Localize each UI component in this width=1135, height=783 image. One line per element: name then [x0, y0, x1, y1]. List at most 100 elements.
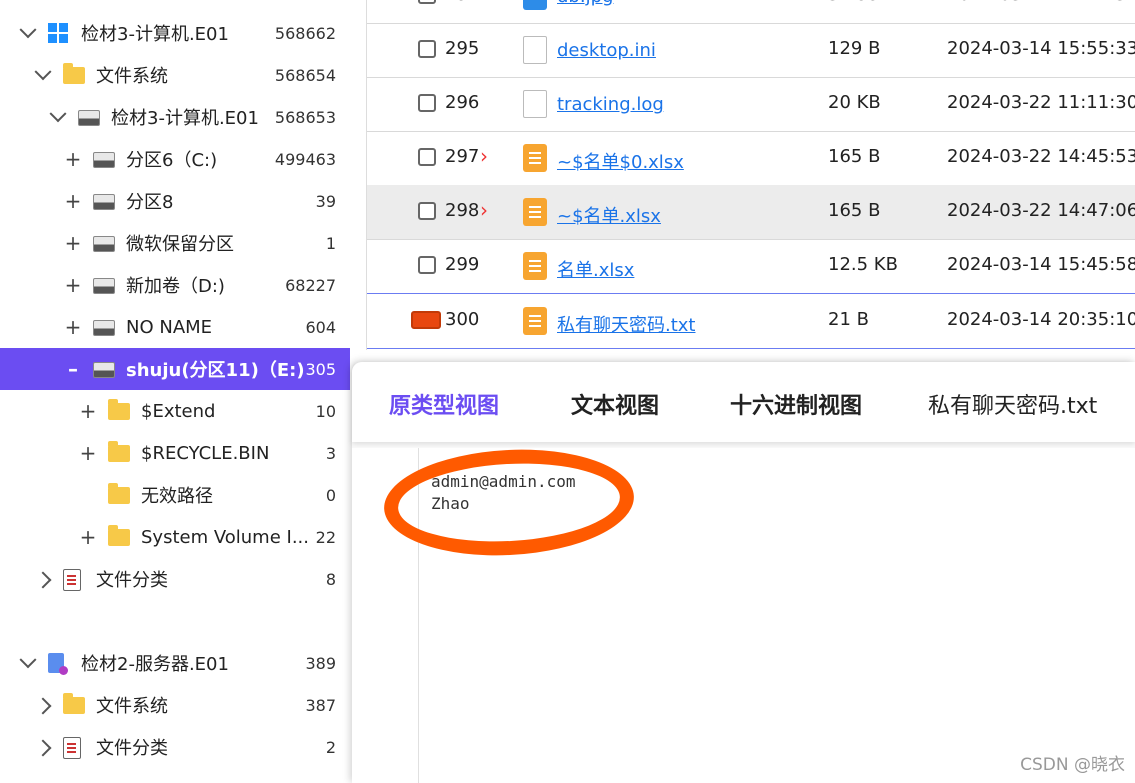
row-number: 298	[445, 200, 480, 221]
chevron-down-icon[interactable]	[48, 105, 68, 129]
table-row[interactable]: 300 私有聊天密码.txt 21 B 2024-03-14 20:35:10	[367, 293, 1135, 349]
tree-node[interactable]: 文件系统 568654	[0, 54, 350, 96]
drive-icon	[93, 149, 115, 169]
chevron-right-icon[interactable]	[33, 735, 53, 759]
file-name-link[interactable]: desktop.ini	[557, 40, 656, 61]
tree-node-count: 568653	[274, 107, 336, 127]
tree-node[interactable]: 检材3-计算机.E01 568662	[0, 12, 350, 54]
tree-node-label: 检材2-服务器.E01	[81, 654, 229, 675]
tree-node[interactable]: + NO NAME 604	[0, 306, 350, 348]
file-size: 165 B	[828, 200, 881, 221]
flag-chevron-icon: ›	[480, 198, 488, 222]
file-size: 129 B	[828, 38, 881, 59]
table-row[interactable]: 297 › ~$名单$0.xlsx 165 B 2024-03-22 14:45:53	[367, 131, 1135, 186]
file-name-link[interactable]: ~$名单.xlsx	[557, 202, 661, 228]
file-date: 2024-03-14 15:45:58	[947, 254, 1135, 275]
tree-node-label: $Extend	[141, 400, 216, 422]
tree-node-label: 检材3-计算机.E01	[111, 108, 259, 129]
blank-file-icon	[523, 90, 547, 118]
row-checkbox[interactable]	[418, 40, 436, 58]
tree-node[interactable]: 无效路径 0	[0, 474, 350, 516]
tab-native-view[interactable]: 原类型视图	[389, 388, 499, 420]
tree-node[interactable]: + $Extend 10	[0, 390, 350, 432]
tree-node[interactable]: 文件分类 8	[0, 558, 350, 600]
tree-node-count: 2	[325, 737, 336, 757]
row-checkbox[interactable]	[418, 94, 436, 112]
expand-plus-icon[interactable]: +	[63, 315, 83, 339]
drive-icon	[78, 107, 100, 127]
tree-node-count: 568662	[274, 23, 336, 43]
tree-node-count: 568654	[274, 65, 336, 85]
blank-file-icon	[523, 36, 547, 64]
tree-node-count: 22	[315, 527, 336, 547]
drive-icon	[93, 359, 115, 379]
row-checkbox[interactable]	[418, 148, 436, 166]
tree-node-label: 文件分类	[96, 738, 168, 759]
row-number: 299	[445, 254, 480, 275]
collapse-minus-icon[interactable]: –	[63, 357, 83, 381]
tree-node[interactable]: – shuju(分区11)（E:) 305	[0, 348, 350, 390]
tab-text-view[interactable]: 文本视图	[571, 388, 659, 420]
table-row[interactable]: 299 名单.xlsx 12.5 KB 2024-03-14 15:45:58	[367, 239, 1135, 294]
folder-icon	[63, 63, 85, 85]
expand-plus-icon[interactable]: +	[63, 189, 83, 213]
tree-node[interactable]: + 新加卷（D:) 68227	[0, 264, 350, 306]
table-row[interactable]: 295 desktop.ini 129 B 2024-03-14 15:55:33	[367, 23, 1135, 78]
server-icon	[48, 653, 70, 675]
tree-node-label: 分区6（C:)	[126, 150, 218, 171]
expand-plus-icon[interactable]: +	[63, 147, 83, 171]
tree-node[interactable]: + 微软保留分区 1	[0, 222, 350, 264]
chevron-down-icon[interactable]	[18, 21, 38, 45]
tree-node-label: shuju(分区11)（E:)	[126, 360, 305, 381]
preview-tab-bar: 原类型视图 文本视图 十六进制视图 私有聊天密码.txt	[352, 362, 1135, 442]
tree-node[interactable]: 文件分类 2	[0, 726, 350, 768]
table-row[interactable]: 298 › ~$名单.xlsx 165 B 2024-03-22 14:47:06	[367, 185, 1135, 240]
drive-icon	[93, 191, 115, 211]
row-checkbox[interactable]	[418, 256, 436, 274]
tree-node[interactable]: + 分区6（C:) 499463	[0, 138, 350, 180]
expand-plus-icon[interactable]: +	[78, 525, 98, 549]
chevron-down-icon[interactable]	[33, 63, 53, 87]
file-name-link[interactable]: 名单.xlsx	[557, 256, 634, 282]
spreadsheet-icon	[523, 198, 547, 226]
tree-node-count: 604	[305, 317, 336, 337]
expand-plus-icon[interactable]: +	[63, 231, 83, 255]
row-checkbox[interactable]	[418, 0, 436, 4]
image-icon	[523, 0, 547, 10]
doc-icon	[63, 737, 85, 759]
row-checkbox[interactable]	[418, 202, 436, 220]
doc-icon	[63, 569, 85, 591]
tree-node[interactable]: 文件系统 387	[0, 684, 350, 726]
tree-node[interactable]: 检材2-服务器.E01 389	[0, 642, 350, 684]
evidence-tree: 检材3-计算机.E01 568662 文件系统 568654 检材3-计算机.E01 56…	[0, 0, 350, 783]
chevron-right-icon[interactable]	[33, 567, 53, 591]
tree-node-count: 305	[305, 359, 336, 379]
watermark: CSDN @晓衣	[1020, 755, 1125, 775]
preview-panel: 原类型视图 文本视图 十六进制视图 私有聊天密码.txt admin@admin…	[352, 362, 1135, 783]
file-name-link[interactable]: 私有聊天密码.txt	[557, 311, 696, 337]
table-row[interactable]: 294 db.jpg 57.99 KB 2024-03-14 17:14:57	[367, 0, 1135, 24]
tree-node[interactable]: 检材3-计算机.E01 568653	[0, 96, 350, 138]
expand-plus-icon[interactable]: +	[63, 273, 83, 297]
tree-node-label: 无效路径	[141, 486, 213, 507]
chevron-right-icon[interactable]	[33, 693, 53, 717]
tree-node-count: 0	[325, 485, 336, 505]
expand-plus-icon[interactable]: +	[78, 399, 98, 423]
table-row[interactable]: 296 tracking.log 20 KB 2024-03-22 11:11:30	[367, 77, 1135, 132]
file-date: 2024-03-22 11:11:30	[947, 92, 1135, 113]
file-date: 2024-03-22 14:45:53	[947, 146, 1135, 167]
file-name-link[interactable]: ~$名单$0.xlsx	[557, 148, 684, 174]
tree-node[interactable]: + System Volume I... 22	[0, 516, 350, 558]
drive-icon	[93, 317, 115, 337]
tree-node[interactable]: + $RECYCLE.BIN 3	[0, 432, 350, 474]
folder-icon	[63, 693, 85, 715]
tab-hex-view[interactable]: 十六进制视图	[730, 388, 862, 420]
file-date: 2024-03-14 15:55:33	[947, 38, 1135, 59]
file-name-link[interactable]: db.jpg	[557, 0, 613, 7]
row-checkbox[interactable]	[411, 311, 441, 329]
chevron-down-icon[interactable]	[18, 651, 38, 675]
expand-plus-icon[interactable]: +	[78, 441, 98, 465]
tree-node[interactable]: + 分区8 39	[0, 180, 350, 222]
tree-node-label: 文件系统	[96, 696, 168, 717]
file-name-link[interactable]: tracking.log	[557, 94, 664, 115]
